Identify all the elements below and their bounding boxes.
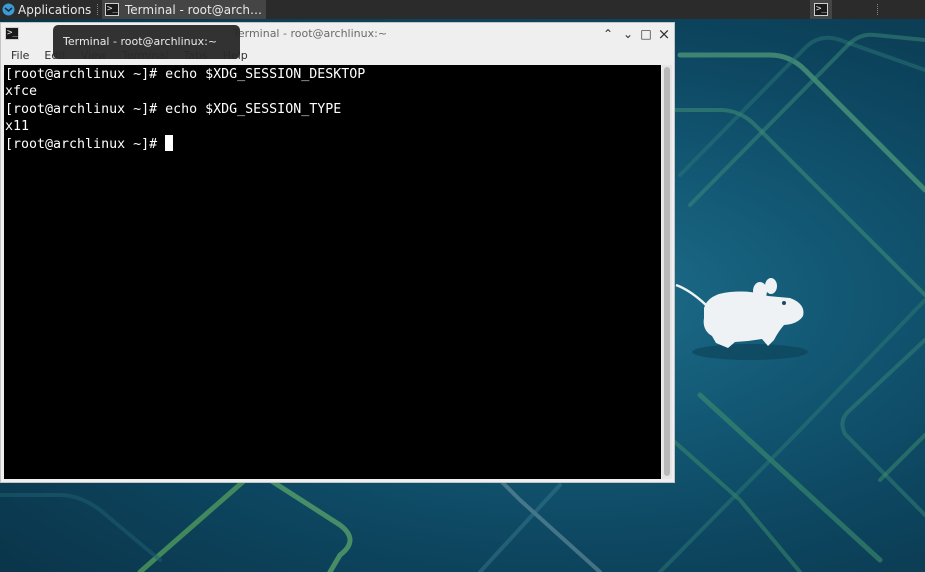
terminal-icon: >_ <box>105 3 119 16</box>
window-title: Terminal - root@archlinux:~ <box>233 27 388 40</box>
terminal-line: xfce <box>5 84 38 100</box>
minimize-button[interactable]: ⌄ <box>620 26 636 42</box>
panel-separator <box>877 4 880 15</box>
terminal-output[interactable]: [root@archlinux ~]# echo $XDG_SESSION_DE… <box>4 65 661 479</box>
tooltip-text: Terminal - root@archlinux:~ <box>63 35 218 48</box>
terminal-window: >_ Terminal - root@archlinux:~ ⌃ ⌄ □ × F… <box>0 22 675 483</box>
menu-file[interactable]: File <box>1 47 34 65</box>
xfce-mouse-logo <box>675 278 808 360</box>
taskbar-tooltip: Terminal - root@archlinux:~ <box>53 25 240 59</box>
applications-menu-button[interactable]: Applications <box>0 0 91 19</box>
top-panel: Applications >_ Terminal - root@arch… >_ <box>0 0 925 19</box>
panel-separator <box>97 4 100 15</box>
close-button[interactable]: × <box>656 26 672 42</box>
terminal-prompt: [root@archlinux ~]# <box>5 137 166 153</box>
terminal-prompt-line: [root@archlinux ~]# <box>5 135 660 152</box>
terminal-line: x11 <box>5 118 30 134</box>
taskbar-button-terminal[interactable]: >_ Terminal - root@arch… <box>102 0 266 19</box>
terminal-line: [root@archlinux ~]# echo $XDG_SESSION_TY… <box>5 101 342 117</box>
xfce-logo-icon <box>2 3 15 16</box>
maximize-button[interactable]: □ <box>638 26 654 42</box>
scrollbar-thumb[interactable] <box>664 67 670 476</box>
terminal-icon[interactable]: >_ <box>5 27 19 40</box>
shade-button[interactable]: ⌃ <box>600 26 616 42</box>
taskbar-button-label: Terminal - root@arch… <box>125 2 262 17</box>
applications-label: Applications <box>18 2 92 17</box>
terminal-line: [root@archlinux ~]# echo $XDG_SESSION_DE… <box>5 67 366 82</box>
terminal-scrollbar[interactable] <box>662 65 672 479</box>
terminal-icon: >_ <box>814 3 828 16</box>
tray-terminal-button[interactable]: >_ <box>810 0 832 19</box>
text-cursor <box>165 135 174 152</box>
